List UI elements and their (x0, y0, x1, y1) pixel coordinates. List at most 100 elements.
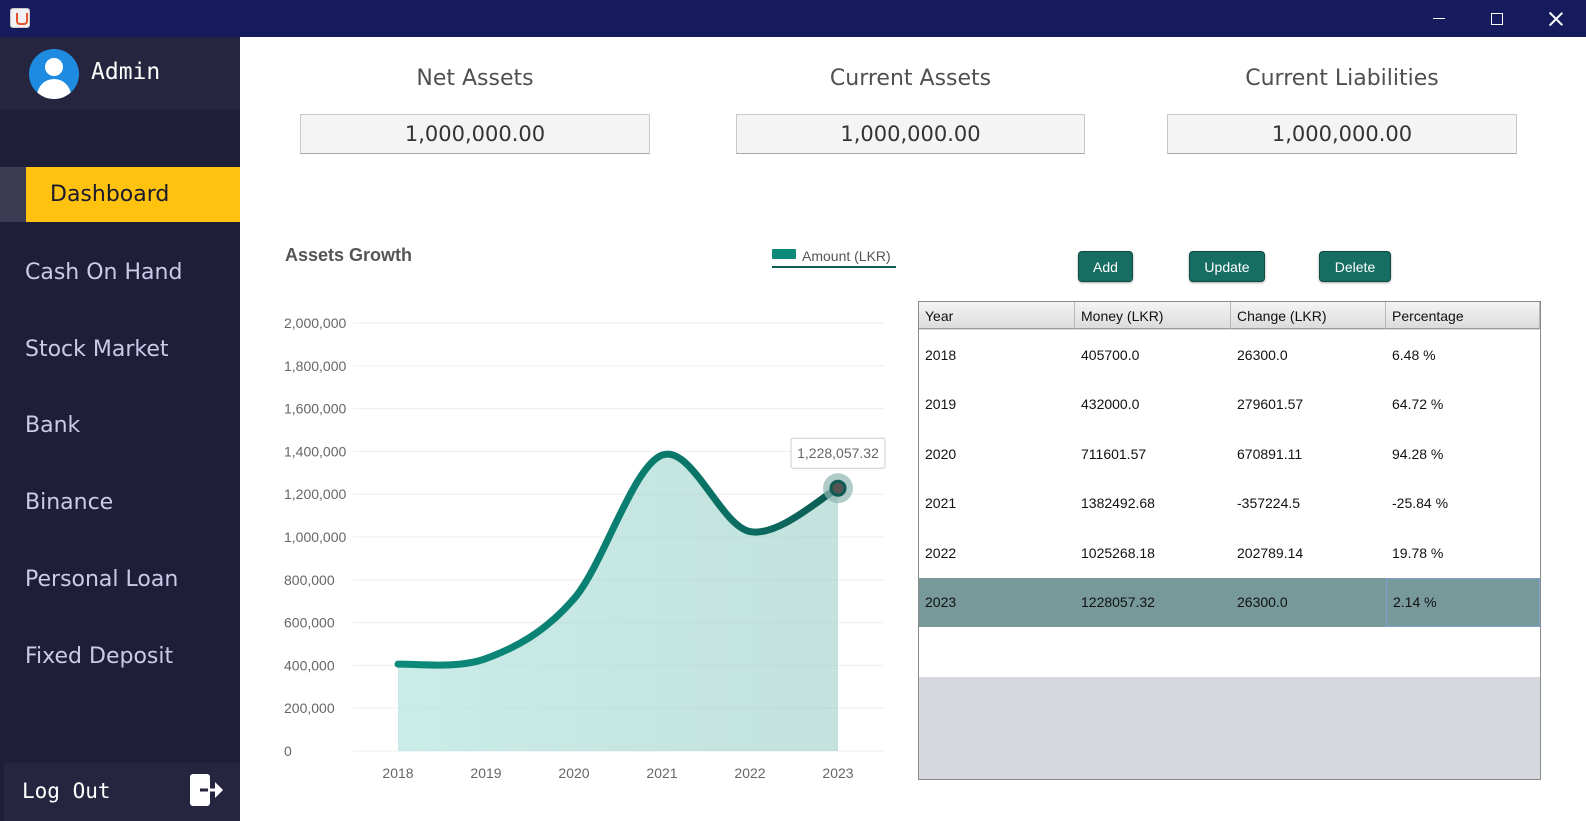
minimize-icon (1433, 17, 1445, 20)
y-tick-label: 1,400,000 (284, 443, 346, 459)
legend-underline (772, 266, 896, 268)
cell-change[interactable]: 670891.11 (1231, 429, 1386, 478)
data-point (572, 597, 576, 601)
cell-percentage[interactable]: -25.84 % (1386, 479, 1540, 528)
cell-money[interactable]: 711601.57 (1075, 429, 1231, 478)
cell-percentage[interactable]: 94.28 % (1386, 429, 1540, 478)
table-header: Year Money (LKR) Change (LKR) Percentage (919, 302, 1540, 329)
update-button[interactable]: Update (1189, 251, 1265, 282)
sidebar-item-dashboard[interactable]: Dashboard (26, 167, 240, 222)
tooltip-label: 1,228,057.32 (797, 445, 879, 461)
cell-money[interactable]: 1228057.32 (1075, 578, 1231, 627)
table-row[interactable]: 2023 1228057.32 26300.0 2.14 % (919, 577, 1540, 627)
current-assets-title: Current Assets (829, 66, 992, 91)
net-assets-value: 1,000,000.00 (300, 114, 650, 154)
cell-year[interactable]: 2022 (919, 528, 1075, 577)
minimize-button[interactable] (1410, 0, 1468, 37)
assets-growth-chart: Assets Growth Amount (LKR) 0 200,000 400,000… (270, 230, 910, 800)
table-row[interactable]: 2020 711601.57 670891.11 94.28 % (919, 429, 1540, 478)
series-area (398, 454, 838, 751)
column-header-change[interactable]: Change (LKR) (1231, 302, 1386, 329)
column-header-money[interactable]: Money (LKR) (1075, 302, 1231, 329)
cell-percentage[interactable]: 6.48 % (1386, 330, 1540, 379)
user-icon (45, 58, 63, 76)
cell-money[interactable]: 405700.0 (1075, 330, 1231, 379)
y-tick-label: 800,000 (284, 572, 335, 588)
sidebar-item-cash-on-hand[interactable]: Cash On Hand (0, 245, 240, 300)
table-body: 2018 405700.0 26300.0 6.48 % 2019 432000.0 279… (919, 330, 1540, 677)
x-tick-label: 2021 (646, 765, 677, 781)
x-tick-label: 2018 (382, 765, 413, 781)
cell-change[interactable]: -357224.5 (1231, 479, 1386, 528)
add-button[interactable]: Add (1078, 251, 1133, 282)
column-header-percentage[interactable]: Percentage (1386, 302, 1540, 329)
chart-canvas: Assets Growth Amount (LKR) 0 200,000 400,000… (284, 245, 896, 781)
cell-change[interactable]: 26300.0 (1231, 578, 1386, 627)
x-tick-label: 2020 (558, 765, 589, 781)
x-tick-label: 2019 (470, 765, 501, 781)
data-point (484, 657, 488, 661)
cell-year[interactable]: 2023 (919, 578, 1075, 627)
cell-money[interactable]: 1382492.68 (1075, 479, 1231, 528)
java-cup-icon (10, 8, 30, 28)
cell-percentage[interactable]: 19.78 % (1386, 528, 1540, 577)
table-row[interactable]: 2019 432000.0 279601.57 64.72 % (919, 380, 1540, 429)
profile-name: Admin (91, 59, 161, 85)
current-liabilities-value: 1,000,000.00 (1167, 114, 1517, 154)
y-tick-label: 2,000,000 (284, 315, 346, 331)
sidebar: Admin Dashboard Cash On Hand Stock Marke… (0, 37, 240, 821)
maximize-icon (1491, 12, 1503, 25)
sidebar-item-stock-market[interactable]: Stock Market (0, 322, 240, 377)
avatar (29, 49, 79, 99)
cell-change[interactable]: 26300.0 (1231, 330, 1386, 379)
title-bar (0, 0, 1586, 37)
table-row[interactable]: 2018 405700.0 26300.0 6.48 % (919, 330, 1540, 379)
highlight-point (829, 479, 847, 497)
x-tick-label: 2022 (734, 765, 765, 781)
cell-year[interactable]: 2021 (919, 479, 1075, 528)
delete-button[interactable]: Delete (1319, 251, 1391, 282)
data-point (396, 662, 400, 666)
x-tick-label: 2023 (822, 765, 853, 781)
cell-change[interactable]: 202789.14 (1231, 528, 1386, 577)
close-button[interactable] (1527, 0, 1585, 37)
sidebar-item-personal-loan[interactable]: Personal Loan (0, 552, 240, 607)
cell-year[interactable]: 2020 (919, 429, 1075, 478)
y-tick-label: 200,000 (284, 700, 335, 716)
logout-icon (190, 774, 223, 806)
data-point (748, 530, 752, 534)
y-tick-label: 1,200,000 (284, 486, 346, 502)
sidebar-item-binance[interactable]: Binance (0, 475, 240, 530)
column-header-year[interactable]: Year (919, 302, 1075, 329)
cell-money[interactable]: 1025268.18 (1075, 528, 1231, 577)
y-tick-label: 0 (284, 743, 292, 759)
y-tick-label: 1,800,000 (284, 358, 346, 374)
current-assets-value: 1,000,000.00 (736, 114, 1085, 154)
close-icon (1549, 12, 1563, 26)
maximize-button[interactable] (1468, 0, 1526, 37)
cell-money[interactable]: 432000.0 (1075, 380, 1231, 429)
profile-panel: Admin (0, 37, 240, 110)
y-tick-label: 1,600,000 (284, 401, 346, 417)
cell-percentage[interactable]: 2.14 % (1386, 577, 1540, 627)
net-assets-title: Net Assets (416, 66, 534, 91)
chart-title: Assets Growth (285, 245, 412, 265)
sidebar-item-bank[interactable]: Bank (0, 398, 240, 453)
active-indicator (0, 167, 26, 222)
cell-year[interactable]: 2019 (919, 380, 1075, 429)
current-liabilities-title: Current Liabilities (1245, 66, 1439, 91)
cell-change[interactable]: 279601.57 (1231, 380, 1386, 429)
cell-percentage[interactable]: 64.72 % (1386, 380, 1540, 429)
logout-label: Log Out (22, 779, 111, 803)
table-row[interactable]: 2021 1382492.68 -357224.5 -25.84 % (919, 479, 1540, 528)
logout-button[interactable]: Log Out (4, 763, 240, 821)
table-row[interactable]: 2022 1025268.18 202789.14 19.78 % (919, 528, 1540, 577)
cell-year[interactable]: 2018 (919, 330, 1075, 379)
sidebar-item-fixed-deposit[interactable]: Fixed Deposit (0, 629, 240, 684)
y-tick-label: 600,000 (284, 615, 335, 631)
legend-label: Amount (LKR) (802, 248, 891, 264)
assets-table[interactable]: Year Money (LKR) Change (LKR) Percentage… (918, 301, 1541, 780)
y-tick-label: 400,000 (284, 657, 335, 673)
legend-swatch (772, 249, 796, 259)
y-tick-label: 1,000,000 (284, 529, 346, 545)
